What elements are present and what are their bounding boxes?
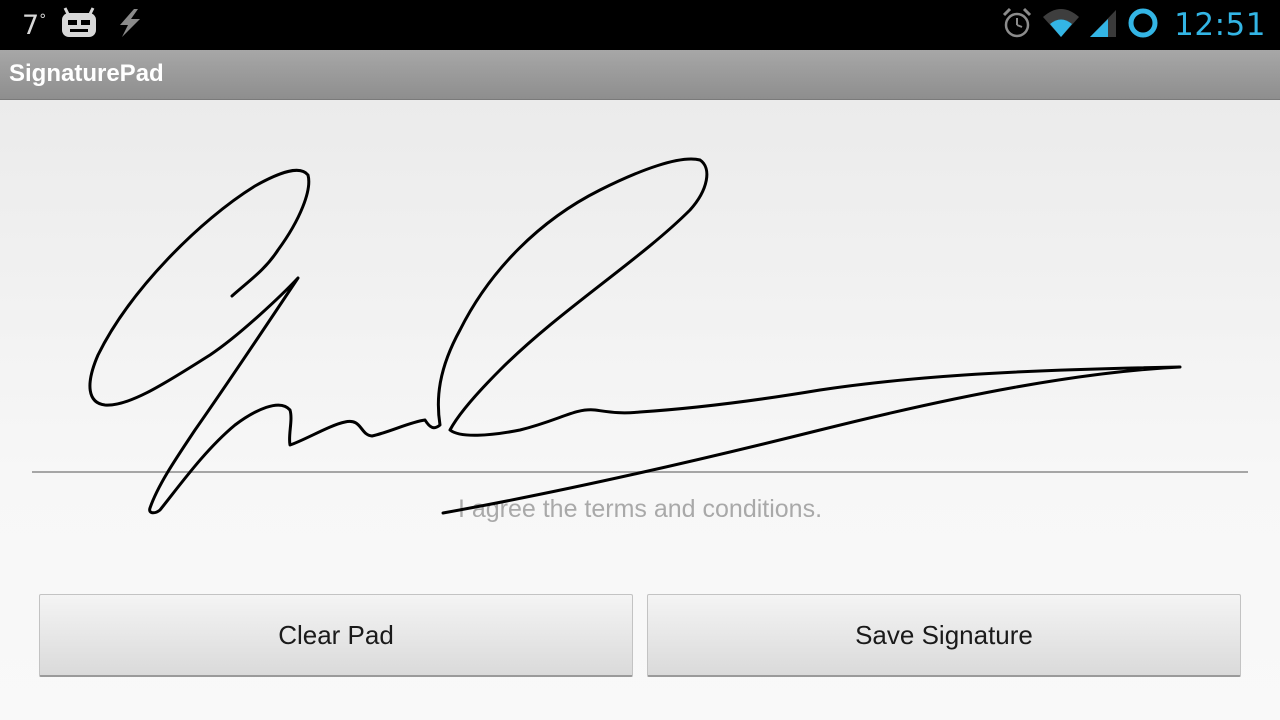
action-bar: SignaturePad [0,50,1280,100]
cyanogen-mod-icon [60,7,98,43]
wifi-icon [1042,7,1080,43]
clear-pad-button[interactable]: Clear Pad [39,594,633,677]
alarm-icon [1000,6,1034,44]
signature-stroke [88,157,1182,515]
status-right-group: 12:51 [1000,4,1266,46]
status-bar: 7° 12:51 [0,0,1280,50]
status-left-group: 7° [22,6,146,44]
lightning-icon [112,7,146,43]
signature-strokes [88,157,1182,515]
temperature-readout: 7° [22,9,47,41]
signature-screen: I agree the terms and conditions. Clear … [0,100,1280,720]
app-title: SignaturePad [9,60,164,87]
status-clock: 12:51 [1174,7,1266,43]
save-signature-button[interactable]: Save Signature [647,594,1241,677]
ring-icon [1126,6,1160,44]
cell-signal-icon [1088,7,1118,43]
